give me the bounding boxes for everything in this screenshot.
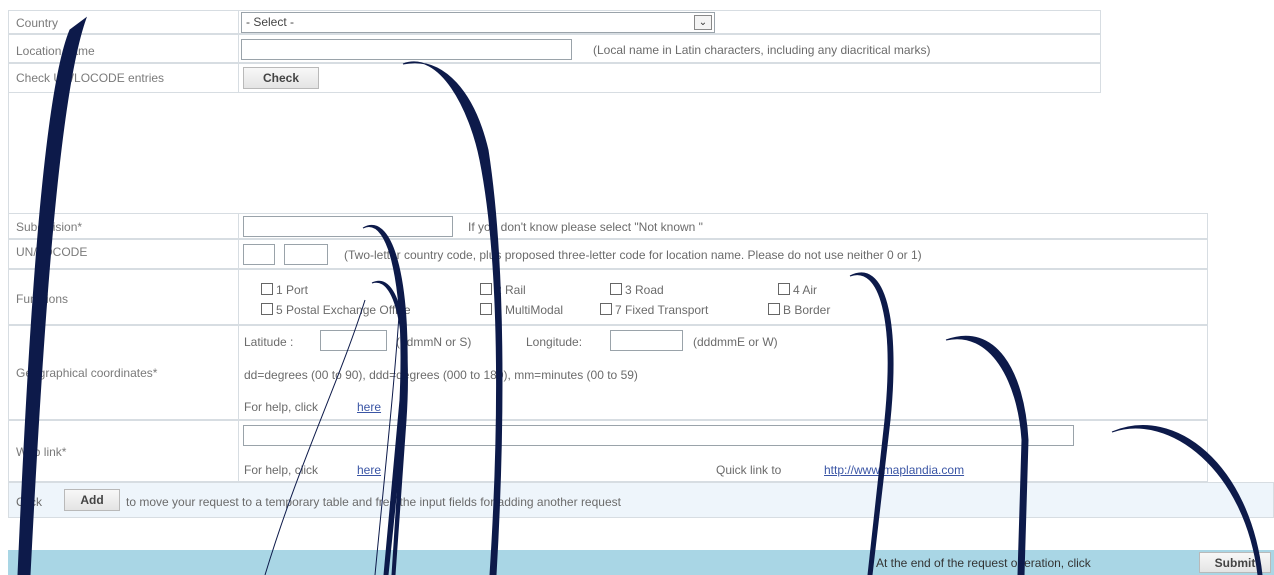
subdivision-label: Subdivision* <box>16 220 83 234</box>
functions-label: Functions <box>16 292 69 306</box>
geo-help-link[interactable]: here <box>357 400 381 414</box>
function-postal-label: 5 Postal Exchange Office <box>276 303 411 317</box>
subdivision-hint: If you don't know please select "Not kno… <box>468 220 703 234</box>
function-rail-label: 2 Rail <box>495 283 526 297</box>
latitude-hint: (ddmmN or S) <box>396 335 472 349</box>
country-select[interactable]: - Select - ⌄ <box>241 12 715 33</box>
function-fixed-transport-checkbox[interactable] <box>600 303 612 315</box>
location-name-input[interactable] <box>241 39 572 60</box>
longitude-input[interactable] <box>610 330 683 351</box>
function-road-checkbox[interactable] <box>610 283 622 295</box>
weblink-help-link[interactable]: here <box>357 463 381 477</box>
geo-label: Geographical coordinates* <box>16 366 158 380</box>
function-port-label: 1 Port <box>276 283 309 297</box>
location-name-hint: (Local name in Latin characters, includi… <box>593 43 931 57</box>
weblink-label: Web link* <box>16 445 67 459</box>
function-road-label: 3 Road <box>625 283 664 297</box>
add-prefix: Click <box>16 495 42 509</box>
longitude-label: Longitude: <box>526 335 583 349</box>
latitude-label: Latitude : <box>244 335 294 349</box>
chevron-down-icon: ⌄ <box>694 15 712 30</box>
function-air-checkbox[interactable] <box>778 283 790 295</box>
subdivision-input[interactable] <box>243 216 453 237</box>
location-name-label: Location name <box>16 44 95 58</box>
function-multimodal-checkbox[interactable] <box>480 303 492 315</box>
unlocode-label: UN/LOCODE <box>16 245 88 259</box>
add-suffix: to move your request to a temporary tabl… <box>126 495 621 509</box>
country-code-input[interactable] <box>243 244 275 265</box>
weblink-input[interactable] <box>243 425 1074 446</box>
function-port-checkbox[interactable] <box>261 283 273 295</box>
geo-help-text: dd=degrees (00 to 90), ddd=degrees (000 … <box>244 368 638 382</box>
function-multimodal-label: 6 MultiModal <box>495 303 564 317</box>
add-button[interactable]: Add <box>64 489 120 511</box>
blank-area-border <box>8 93 9 213</box>
geo-help-prefix: For help, click <box>244 400 319 414</box>
country-label: Country <box>16 16 59 30</box>
function-air-label: 4 Air <box>793 283 818 297</box>
footer-text: At the end of the request operation, cli… <box>876 556 1091 570</box>
location-code-input[interactable] <box>284 244 328 265</box>
unlocode-hint: (Two-letter country code, plus proposed … <box>344 248 922 262</box>
quick-link-prefix: Quick link to <box>716 463 782 477</box>
latitude-input[interactable] <box>320 330 387 351</box>
function-border-label: B Border <box>783 303 831 317</box>
longitude-hint: (dddmmE or W) <box>693 335 778 349</box>
submit-button[interactable]: Submit <box>1199 552 1271 573</box>
maplandia-link[interactable]: http://www.maplandia.com <box>824 463 964 477</box>
weblink-help-prefix: For help, click <box>244 463 319 477</box>
function-postal-checkbox[interactable] <box>261 303 273 315</box>
function-fixed-transport-label: 7 Fixed Transport <box>615 303 709 317</box>
check-entries-label: Check UN/LOCODE entries <box>16 71 165 85</box>
country-select-value: - Select - <box>246 15 295 29</box>
check-button[interactable]: Check <box>243 67 319 89</box>
function-rail-checkbox[interactable] <box>480 283 492 295</box>
function-border-checkbox[interactable] <box>768 303 780 315</box>
